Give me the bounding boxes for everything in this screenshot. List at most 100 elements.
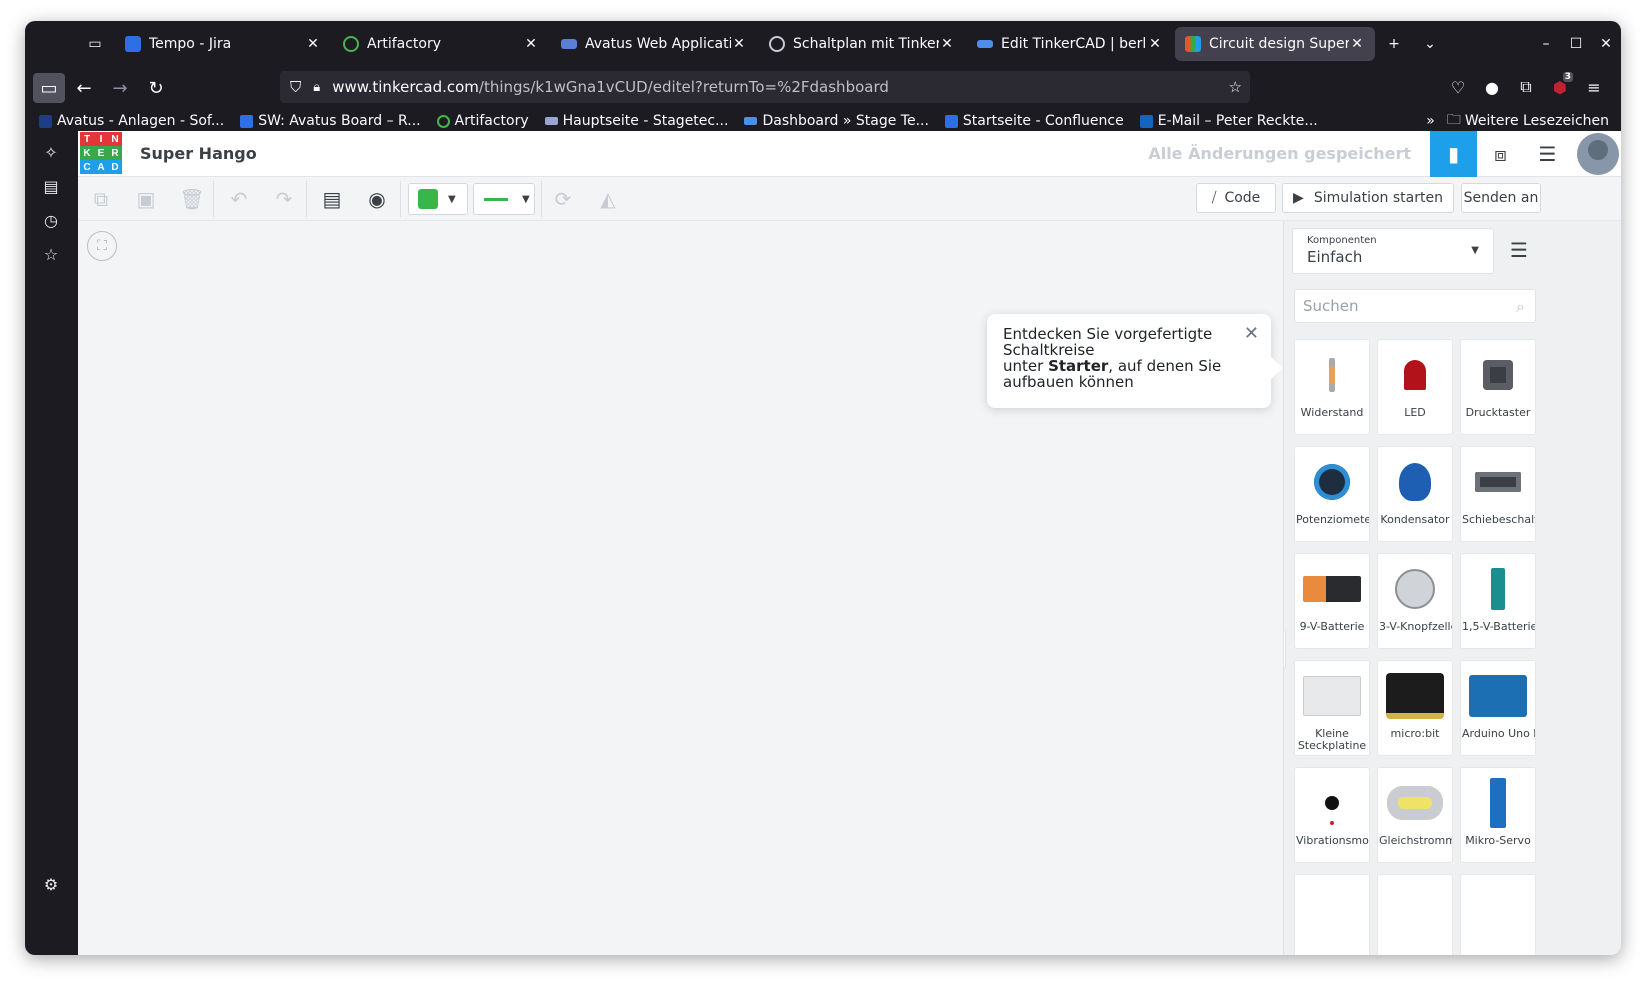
pocket-icon[interactable]: ♡ <box>1441 78 1475 97</box>
component-card[interactable]: Drucktaster <box>1460 339 1536 435</box>
close-tab-icon[interactable]: ✕ <box>731 36 747 52</box>
component-name: Mikro-Servo <box>1465 835 1531 847</box>
search-icon[interactable]: ⌕ <box>1516 297 1525 317</box>
component-search-input[interactable]: Suchen ⌕ <box>1294 289 1536 323</box>
shield-icon[interactable]: ⛉ <box>290 78 301 96</box>
bookmark-item[interactable]: SW: Avatus Board – R... <box>240 113 421 129</box>
user-avatar[interactable] <box>1577 133 1619 175</box>
collapse-panel-icon[interactable]: ❭ <box>1284 629 1286 669</box>
component-thumbnail <box>1295 455 1369 509</box>
component-card[interactable]: Vibrationsmotc <box>1294 767 1370 863</box>
undo-icon[interactable]: ↶ <box>221 183 257 215</box>
extensions-icon[interactable]: ⧉ <box>1509 77 1543 97</box>
close-window-icon[interactable]: ✕ <box>1591 36 1621 52</box>
component-card[interactable]: Kondensator <box>1377 446 1453 542</box>
list-tabs-icon[interactable]: ⌄ <box>1413 27 1447 61</box>
bookmark-star-icon[interactable]: ☆ <box>1229 78 1242 96</box>
toggle-notes-visibility-icon[interactable]: ◉ <box>359 183 395 215</box>
bookmark-item[interactable]: Startseite - Confluence <box>944 113 1124 129</box>
new-tab-icon[interactable]: + <box>1377 27 1411 61</box>
minimize-icon[interactable]: – <box>1531 36 1561 52</box>
close-tab-icon[interactable]: ✕ <box>939 36 955 52</box>
component-card[interactable]: 3-V-Knopfzelle <box>1377 553 1453 649</box>
sidebar-toggle-icon[interactable]: ▭ <box>33 73 65 103</box>
send-to-button[interactable]: Senden an <box>1461 183 1541 213</box>
profile-icon[interactable]: ● <box>1475 78 1509 97</box>
history-save-icon[interactable]: ▤ <box>39 175 63 199</box>
component-card[interactable]: Potenziometer <box>1294 446 1370 542</box>
notes-icon[interactable]: ▤ <box>314 183 350 215</box>
component-card[interactable]: Widerstand <box>1294 339 1370 435</box>
rotate-icon[interactable]: ⟳ <box>545 183 581 215</box>
chevron-right-icon[interactable]: » <box>1426 113 1435 129</box>
tab-0[interactable]: Tempo - Jira ✕ <box>115 27 331 61</box>
component-card[interactable]: Arduino Uno R3 <box>1460 660 1536 756</box>
close-tab-icon[interactable]: ✕ <box>523 36 539 52</box>
reload-icon[interactable]: ↻ <box>139 73 173 103</box>
component-card[interactable]: Gleichstrommo <box>1377 767 1453 863</box>
bookmark-favicon-icon <box>544 117 558 125</box>
bookmark-favicon-icon <box>744 117 758 125</box>
tab-5-active[interactable]: Circuit design Super Ha ✕ <box>1175 27 1375 61</box>
forward-icon[interactable]: → <box>103 73 137 103</box>
close-tab-icon[interactable]: ✕ <box>1349 36 1365 52</box>
component-list-icon[interactable]: ☰ <box>1524 131 1571 177</box>
bookmark-item[interactable]: E-Mail – Peter Reckte... <box>1139 113 1318 129</box>
settings-gear-icon[interactable]: ⚙ <box>39 873 63 897</box>
wire-color-picker[interactable]: ▼ <box>408 183 468 215</box>
list-view-icon[interactable]: ☰ <box>1510 238 1528 262</box>
component-card-partial[interactable] <box>1294 874 1370 955</box>
lock-icon[interactable]: 🔒︎ <box>313 80 320 95</box>
component-card-partial[interactable] <box>1377 874 1453 955</box>
start-simulation-button[interactable]: ▶ Simulation starten <box>1282 183 1454 213</box>
fit-view-icon[interactable]: ⛶ <box>87 231 117 261</box>
component-card[interactable]: Kleine Steckplatine <box>1294 660 1370 756</box>
component-card[interactable]: 1,5-V-Batterie <box>1460 553 1536 649</box>
components-dropdown[interactable]: Komponenten Einfach ▼ <box>1292 228 1494 274</box>
close-tab-icon[interactable]: ✕ <box>1147 36 1163 52</box>
circuit-view-icon[interactable]: ▮ <box>1430 131 1477 177</box>
bookmark-label: SW: Avatus Board – R... <box>258 113 421 129</box>
bookmark-item[interactable]: Hauptseite - Stagetec... <box>544 113 728 129</box>
editor-toolbar: ⧉ ▣ 🗑︎ ↶ ↷ ▤ ◉ ▼ ▼ ⟳ ◭ ⧸ Code ▶ Simulation… <box>78 177 1621 221</box>
tab-overview-icon[interactable]: ▭ <box>75 21 115 67</box>
tab-3[interactable]: Schaltplan mit TinkerCA ✕ <box>759 27 965 61</box>
clock-icon[interactable]: ◷ <box>39 209 63 233</box>
menu-icon[interactable]: ≡ <box>1577 78 1611 97</box>
delete-icon[interactable]: 🗑︎ <box>174 183 210 215</box>
copy-icon[interactable]: ⧉ <box>83 183 119 215</box>
star-icon[interactable]: ☆ <box>39 243 63 267</box>
tab-2[interactable]: Avatus Web Application ✕ <box>551 27 757 61</box>
component-card[interactable]: micro:bit <box>1377 660 1453 756</box>
redo-icon[interactable]: ↷ <box>266 183 302 215</box>
url-bar[interactable]: ⛉ 🔒︎ www.tinkercad.com/things/k1wGna1vCU… <box>280 71 1250 103</box>
more-bookmarks-label: Weitere Lesezeichen <box>1464 113 1609 129</box>
tab-4[interactable]: Edit TinkerCAD | berlinC ✕ <box>967 27 1173 61</box>
flip-icon[interactable]: ◭ <box>590 183 626 215</box>
component-card[interactable]: LED <box>1377 339 1453 435</box>
maximize-icon[interactable]: ☐ <box>1561 36 1591 52</box>
close-tab-icon[interactable]: ✕ <box>305 36 321 52</box>
ai-sparkle-icon[interactable]: ✧ <box>39 141 63 165</box>
tinkercad-logo[interactable]: TINKERCAD <box>80 132 122 174</box>
project-title[interactable]: Super Hango <box>140 144 257 163</box>
schematic-view-icon[interactable]: ⧈ <box>1477 131 1524 177</box>
avatus-favicon-icon <box>561 39 577 49</box>
ublock-icon[interactable]: ⬢ 3 <box>1543 71 1577 97</box>
component-card[interactable]: 9-V-Batterie <box>1294 553 1370 649</box>
more-bookmarks[interactable]: » 🗀︎ Weitere Lesezeichen <box>1426 109 1609 133</box>
bookmark-item[interactable]: Dashboard » Stage Te... <box>744 113 929 129</box>
component-card[interactable]: Mikro-Servo <box>1460 767 1536 863</box>
close-tooltip-icon[interactable]: ✕ <box>1244 325 1259 343</box>
component-card-partial[interactable] <box>1460 874 1536 955</box>
component-card[interactable]: Schiebeschalte <box>1460 446 1536 542</box>
send-label: Senden an <box>1463 190 1539 206</box>
bookmark-item[interactable]: Artifactory <box>436 113 529 129</box>
paste-icon[interactable]: ▣ <box>128 183 164 215</box>
bookmark-item[interactable]: Avatus - Anlagen - Sof... <box>39 113 224 129</box>
back-icon[interactable]: ← <box>67 73 101 103</box>
code-button[interactable]: ⧸ Code <box>1196 183 1276 213</box>
caret-down-icon: ▼ <box>448 193 456 205</box>
wire-type-picker[interactable]: ▼ <box>473 183 535 215</box>
tab-1[interactable]: Artifactory ✕ <box>333 27 549 61</box>
